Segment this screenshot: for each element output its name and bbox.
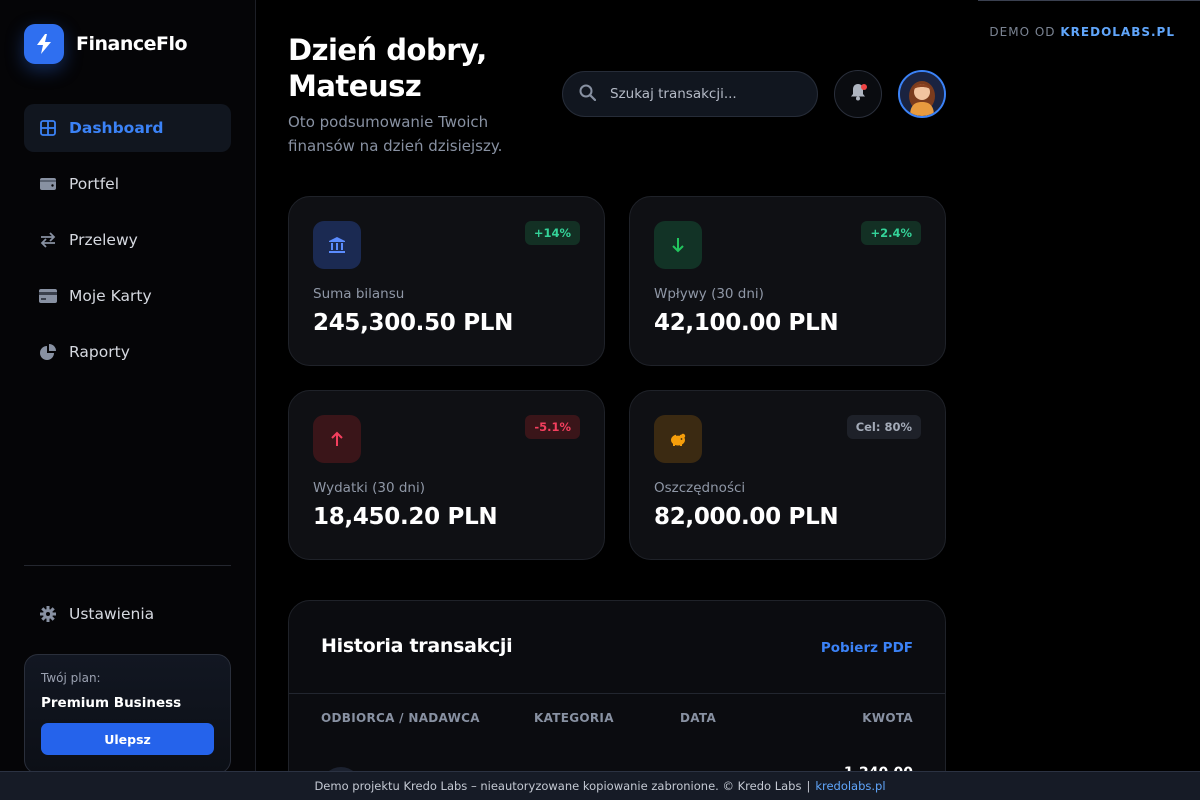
sidebar-item-przelewy[interactable]: Przelewy xyxy=(24,216,231,264)
table-divider xyxy=(289,693,945,694)
card-label: Wydatki (30 dni) xyxy=(313,480,425,496)
user-name: Mateusz xyxy=(288,69,422,103)
arrow-up-icon xyxy=(313,415,361,463)
sidebar-item-label: Ustawienia xyxy=(69,605,155,623)
avatar[interactable] xyxy=(898,70,946,118)
grid-icon xyxy=(39,119,57,137)
sidebar-item-portfel[interactable]: Portfel xyxy=(24,160,231,208)
search-placeholder: Szukaj transakcji... xyxy=(610,86,737,102)
logo[interactable]: FinanceFlo xyxy=(24,24,188,64)
footer-text: Demo projektu Kredo Labs – nieautoryzowa… xyxy=(314,779,802,793)
notifications-button[interactable] xyxy=(834,70,882,118)
greeting: Dzień dobry, Mateusz Oto podsumowanie Tw… xyxy=(288,32,548,158)
piggy-bank-icon xyxy=(654,415,702,463)
column-header[interactable]: DATA xyxy=(680,711,716,725)
sidebar-item-moje-karty[interactable]: Moje Karty xyxy=(24,272,231,320)
card-label: Oszczędności xyxy=(654,480,746,496)
change-badge: +14% xyxy=(524,221,580,245)
footer-link[interactable]: kredolabs.pl xyxy=(815,779,885,793)
expenses-card[interactable]: -5.1% Wydatki (30 dni) 18,450.20 PLN xyxy=(288,390,605,560)
plan-card: Twój plan: Premium Business Ulepsz xyxy=(24,654,231,774)
bank-icon xyxy=(313,221,361,269)
sidebar-item-ustawienia[interactable]: Ustawienia xyxy=(24,590,231,638)
page-title: Dzień dobry, Mateusz xyxy=(288,32,548,104)
card-value: 18,450.20 PLN xyxy=(313,504,498,530)
sidebar-item-raporty[interactable]: Raporty xyxy=(24,328,231,376)
sidebar-item-label: Portfel xyxy=(69,175,120,193)
arrow-down-icon xyxy=(654,221,702,269)
card-label: Wpływy (30 dni) xyxy=(654,286,764,302)
notification-dot xyxy=(861,84,867,90)
lightning-icon xyxy=(24,24,64,64)
goal-badge: Cel: 80% xyxy=(846,415,921,439)
demo-prefix: DEMO OD xyxy=(989,25,1056,39)
sidebar-item-dashboard[interactable]: Dashboard xyxy=(24,104,231,152)
top-divider xyxy=(978,0,1200,1)
wallet-icon xyxy=(39,175,57,193)
download-pdf-link[interactable]: Pobierz PDF xyxy=(821,640,913,656)
footer: Demo projektu Kredo Labs – nieautoryzowa… xyxy=(0,771,1200,800)
search-icon xyxy=(579,84,597,105)
card-value: 82,000.00 PLN xyxy=(654,504,839,530)
sidebar: FinanceFlo Dashboard Portfel Przelewy Mo… xyxy=(0,0,256,800)
column-header[interactable]: KWOTA xyxy=(862,711,913,725)
sidebar-item-label: Raporty xyxy=(69,343,130,361)
card-value: 42,100.00 PLN xyxy=(654,310,839,336)
app-name: FinanceFlo xyxy=(76,33,188,55)
transactions-panel: Historia transakcji Pobierz PDF ODBIORCA… xyxy=(288,600,946,800)
demo-brand-link[interactable]: KREDOLABS.PL xyxy=(1060,25,1175,39)
savings-card[interactable]: Cel: 80% Oszczędności 82,000.00 PLN xyxy=(629,390,946,560)
gear-icon xyxy=(39,605,57,623)
balance-card[interactable]: +14% Suma bilansu 245,300.50 PLN xyxy=(288,196,605,366)
plan-label: Twój plan: xyxy=(41,671,101,685)
greeting-line: Dzień dobry, xyxy=(288,33,487,67)
search-input[interactable]: Szukaj transakcji... xyxy=(562,71,818,117)
card-label: Suma bilansu xyxy=(313,286,405,302)
page-subtitle: Oto podsumowanie Twoich finansów na dzie… xyxy=(288,113,503,155)
column-header[interactable]: ODBIORCA / NADAWCA xyxy=(321,711,480,725)
credit-card-icon xyxy=(39,287,57,305)
footer-separator: | xyxy=(806,779,811,793)
column-header[interactable]: KATEGORIA xyxy=(534,711,614,725)
transfer-arrows-icon xyxy=(39,231,57,249)
settings-section: Ustawienia xyxy=(24,590,231,646)
change-badge: -5.1% xyxy=(525,415,580,439)
sidebar-item-label: Przelewy xyxy=(69,231,138,249)
income-card[interactable]: +2.4% Wpływy (30 dni) 42,100.00 PLN xyxy=(629,196,946,366)
upgrade-button[interactable]: Ulepsz xyxy=(41,723,214,755)
sidebar-item-label: Moje Karty xyxy=(69,287,152,305)
transactions-title: Historia transakcji xyxy=(321,635,513,657)
pie-chart-icon xyxy=(39,343,57,361)
demo-tag: DEMO OD KREDOLABS.PL xyxy=(989,25,1175,39)
plan-name: Premium Business xyxy=(41,695,182,711)
main-nav: Dashboard Portfel Przelewy Moje Karty Ra… xyxy=(24,104,231,384)
change-badge: +2.4% xyxy=(861,221,921,245)
sidebar-divider xyxy=(24,565,231,566)
card-value: 245,300.50 PLN xyxy=(313,310,514,336)
sidebar-item-label: Dashboard xyxy=(69,119,164,137)
